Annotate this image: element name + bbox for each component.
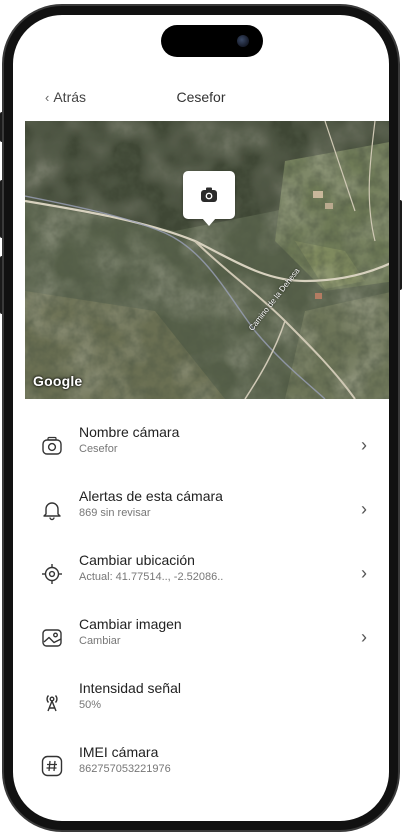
camera-location-pin[interactable] (183, 171, 235, 226)
setting-change-image[interactable]: Cambiar imagen Cambiar › (27, 605, 375, 669)
location-target-icon (37, 559, 67, 589)
setting-value: 50% (79, 699, 102, 711)
setting-label: Alertas de esta cámara (79, 488, 223, 504)
chevron-left-icon: ‹ (45, 89, 50, 105)
setting-value: Actual: 41.77514.., -2.52086.. (79, 571, 224, 583)
chevron-right-icon: › (361, 627, 367, 647)
map-attribution: Google (33, 373, 83, 389)
signal-antenna-icon (37, 687, 67, 717)
phone-frame: ‹ Atrás Cesefor Camino de la Dehesa Goog… (4, 6, 398, 830)
satellite-map[interactable]: Camino de la Dehesa Google (25, 121, 389, 399)
front-camera (237, 35, 249, 47)
setting-label: IMEI cámara (79, 744, 159, 760)
dynamic-island (161, 25, 263, 57)
setting-label: Intensidad señal (79, 680, 181, 696)
setting-camera-name[interactable]: Nombre cámara Cesefor › (27, 413, 375, 477)
setting-value: Cesefor (79, 443, 118, 455)
chevron-right-icon: › (361, 563, 367, 583)
setting-value: 869 sin revisar (79, 507, 151, 519)
back-label: Atrás (53, 89, 87, 105)
setting-label: Nombre cámara (79, 424, 180, 440)
setting-label: Cambiar ubicación (79, 552, 195, 568)
setting-change-location[interactable]: Cambiar ubicación Actual: 41.77514.., -2… (27, 541, 375, 605)
setting-signal-strength: Intensidad señal 50% (27, 669, 375, 733)
setting-camera-alerts[interactable]: Alertas de esta cámara 869 sin revisar › (27, 477, 375, 541)
camera-icon (37, 431, 67, 461)
map-imagery (25, 121, 389, 399)
camera-settings-list: Nombre cámara Cesefor › Alertas de esta … (27, 413, 375, 797)
back-button[interactable]: ‹ Atrás (45, 89, 86, 105)
setting-camera-imei: IMEI cámara 862757053221976 (27, 733, 375, 797)
image-icon (37, 623, 67, 653)
setting-value: 862757053221976 (79, 763, 171, 775)
bell-icon (37, 495, 67, 525)
setting-value: Cambiar (79, 635, 121, 647)
chevron-right-icon: › (361, 435, 367, 455)
setting-label: Cambiar imagen (79, 616, 182, 632)
chevron-right-icon: › (361, 499, 367, 519)
navigation-bar: ‹ Atrás Cesefor (13, 81, 389, 113)
camera-icon (201, 187, 217, 202)
hash-icon (37, 751, 67, 781)
